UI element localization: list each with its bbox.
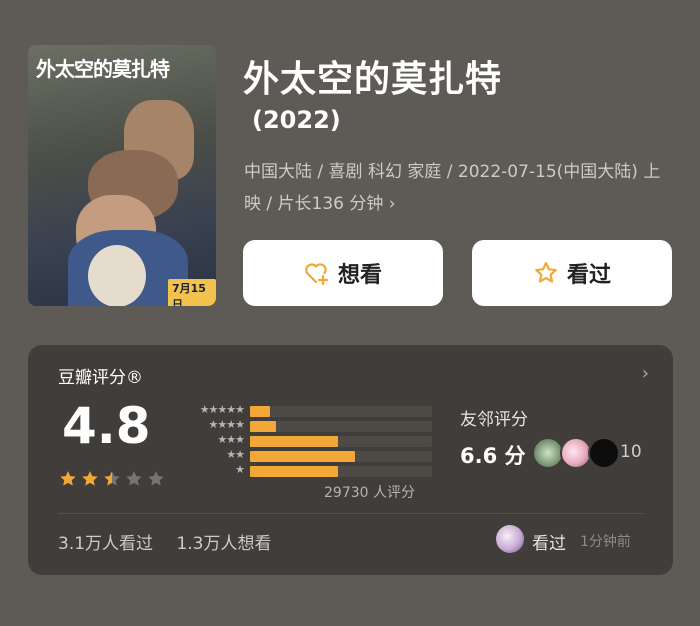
movie-title: 外太空的莫扎特 <box>243 59 503 100</box>
rating-bar-row: ★★★★★ <box>174 403 434 417</box>
poster-title: 外太空的莫扎特 <box>36 57 170 81</box>
watch-stats: 3.1万人看过 1.3万人想看 <box>58 529 290 554</box>
rating-bar-track <box>250 466 432 477</box>
rating-score: 4.8 <box>62 397 151 455</box>
rating-bar-label: ★ <box>235 463 245 476</box>
star-empty-icon <box>148 471 164 486</box>
rating-count: 29730 人评分 <box>324 485 415 501</box>
star-empty-icon <box>126 471 142 486</box>
avatar[interactable] <box>496 525 524 553</box>
divider <box>58 513 643 514</box>
seen-count: 3.1万人看过 <box>58 534 154 554</box>
rating-bar-label: ★★ <box>226 448 245 461</box>
movie-meta-link[interactable]: 中国大陆 / 喜剧 科幻 家庭 / 2022-07-15(中国大陆) 上映 / … <box>244 156 674 220</box>
rating-bar-row: ★★★★ <box>174 418 434 432</box>
star-half-icon <box>104 471 120 486</box>
rating-bar-row: ★★ <box>174 448 434 462</box>
friend-rating-label: 友邻评分 <box>460 410 528 430</box>
friend-avatar <box>588 437 620 469</box>
poster-date: 7月15日 <box>168 279 216 306</box>
rating-bar-track <box>250 421 432 432</box>
star-filled-icon <box>82 471 98 486</box>
rating-bar-fill <box>250 421 277 432</box>
my-status-time: 1分钟前 <box>580 534 631 550</box>
rating-bar-track <box>250 406 432 417</box>
rating-bar-fill <box>250 466 339 477</box>
friend-avatars[interactable] <box>532 437 620 469</box>
poster-toy <box>88 245 146 306</box>
seen-button-label: 看过 <box>566 263 611 288</box>
heart-plus-icon <box>305 263 329 285</box>
rating-bar-track <box>250 451 432 462</box>
star-outline-icon <box>535 261 557 283</box>
rating-stars <box>58 469 166 489</box>
rating-header: 豆瓣评分® <box>58 368 143 388</box>
rating-bar-fill <box>250 406 270 417</box>
rating-bar-label: ★★★ <box>217 433 245 446</box>
want-count: 1.3万人想看 <box>176 534 272 554</box>
rating-bar-fill <box>250 436 339 447</box>
chevron-right-icon[interactable]: › <box>642 363 649 384</box>
seen-button[interactable]: 看过 <box>472 240 672 306</box>
rating-bar-label: ★★★★★ <box>199 403 245 416</box>
want-button-label: 想看 <box>337 263 382 288</box>
rating-bar-track <box>250 436 432 447</box>
friend-count: 10 <box>620 442 642 462</box>
movie-poster[interactable]: 外太空的莫扎特 7月15日 <box>28 45 216 306</box>
friend-rating-score: 6.6 分 <box>460 444 526 468</box>
rating-bar-fill <box>250 451 355 462</box>
my-status: 看过 <box>532 534 566 554</box>
rating-bar-row: ★★★ <box>174 433 434 447</box>
rating-card[interactable]: 豆瓣评分® › 4.8 ★★★★★ ★★★★ ★★★ ★★ ★ 29730 人评分 友邻… <box>28 345 673 575</box>
want-button[interactable]: 想看 <box>243 240 443 306</box>
rating-bar-label: ★★★★ <box>208 418 245 431</box>
star-filled-icon <box>60 471 76 486</box>
rating-bar-row: ★ <box>174 463 434 477</box>
movie-year: (2022) <box>252 106 341 134</box>
